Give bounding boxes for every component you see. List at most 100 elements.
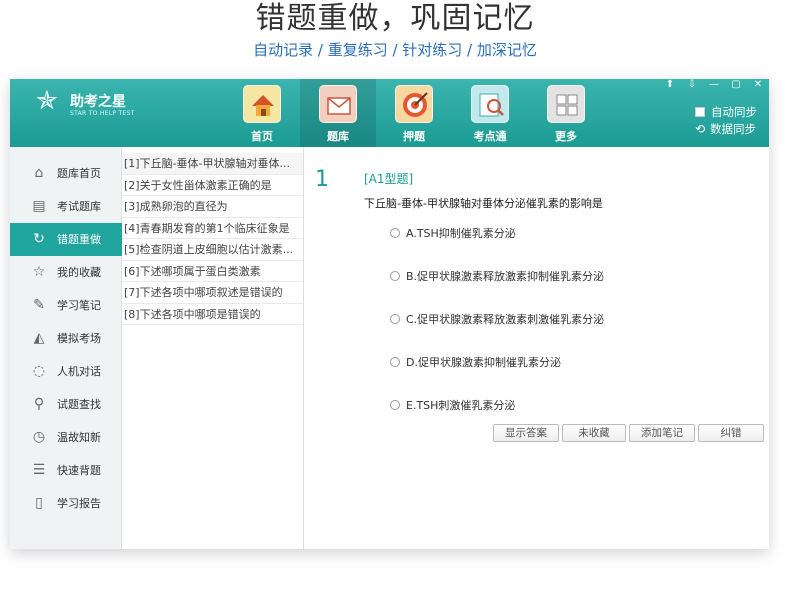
list-item[interactable]: [3]成熟卵泡的直径为 [122, 196, 303, 218]
magnifier-icon [471, 85, 509, 123]
nav-label: 押题 [403, 130, 425, 143]
sidebar-item-label: 快速背题 [57, 464, 101, 478]
auto-sync-toggle[interactable]: 自动同步 [695, 103, 765, 120]
list-item[interactable]: [7]下述各项中哪项叙述是错误的 [122, 282, 303, 304]
home-icon [243, 85, 281, 123]
pencil-icon: ✎ [33, 297, 45, 314]
auto-sync-label: 自动同步 [711, 104, 757, 119]
nav-question-bank[interactable]: 题库 [300, 79, 376, 147]
logo-name: 助考之星 [70, 94, 126, 110]
option-label: A.TSH抑制催乳素分泌 [406, 227, 516, 240]
close-icon[interactable]: ✕ [747, 79, 769, 93]
question-type: [A1型题] [364, 172, 414, 186]
option-label: E.TSH刺激催乳素分泌 [406, 399, 516, 412]
chat-icon: ◌ [32, 363, 46, 380]
download-icon[interactable]: ⇩ [681, 79, 703, 93]
top-bar: ✯ 助考之星 STAR TO HELP TEST 首页 题库 押题 考点通 更多… [10, 79, 769, 147]
document-icon: ▤ [32, 198, 46, 215]
app-logo: ✯ 助考之星 STAR TO HELP TEST [36, 87, 136, 123]
clock-icon: ◷ [32, 429, 46, 446]
option-d[interactable]: D.促甲状腺激素抑制催乳素分泌 [390, 354, 561, 370]
sidebar-item-label: 我的收藏 [57, 266, 101, 280]
sidebar-item-label: 错题重做 [57, 233, 101, 247]
nav-label: 更多 [555, 130, 577, 143]
sidebar-item-notes[interactable]: ✎ 学习笔记 [10, 289, 121, 322]
sidebar-item-mock-exam[interactable]: ◭ 模拟考场 [10, 322, 121, 355]
option-label: C.促甲状腺激素释放激素刺激催乳素分泌 [406, 313, 605, 326]
list-item[interactable]: [4]青春期发育的第1个临床征象是 [122, 218, 303, 239]
sidebar-item-label: 试题查找 [57, 398, 101, 412]
question-number: 1 [315, 167, 329, 192]
sidebar-item-exam-bank[interactable]: ▤ 考试题库 [10, 190, 121, 223]
graduation-cap-icon: ◭ [33, 330, 45, 347]
star-logo-icon: ✯ [36, 86, 58, 116]
maximize-icon[interactable]: ▢ [725, 79, 747, 93]
upload-icon[interactable]: ⬆ [659, 79, 681, 93]
favorite-button[interactable]: 未收藏 [562, 424, 626, 442]
envelope-icon [319, 85, 357, 123]
nav-label: 题库 [327, 130, 349, 143]
sidebar-item-quick-memorize[interactable]: ☰ 快速背题 [10, 454, 121, 487]
option-b[interactable]: B.促甲状腺激素释放激素抑制催乳素分泌 [390, 268, 604, 284]
window-controls: ⬆ ⇩ — ▢ ✕ [659, 79, 769, 93]
sidebar-item-redo-mistakes[interactable]: ↻ 错题重做 [10, 222, 134, 256]
sidebar: ⌂ 题库首页 ▤ 考试题库 ↻ 错题重做 ☆ 我的收藏 ✎ 学习笔记 ◭ 模拟考场 ◌ 人机对… [10, 147, 134, 549]
star-icon: ☆ [32, 264, 46, 281]
home-outline-icon: ⌂ [34, 165, 44, 182]
radio-button[interactable] [390, 314, 400, 324]
show-answer-button[interactable]: 显示答案 [493, 424, 559, 442]
main-nav: 首页 题库 押题 考点通 更多 [224, 79, 604, 147]
promo-title: 错题重做，巩固记忆 [255, 1, 535, 36]
nav-label: 首页 [251, 130, 273, 143]
list-icon: ☰ [32, 462, 46, 479]
sidebar-item-favorites[interactable]: ☆ 我的收藏 [10, 256, 121, 289]
radio-button[interactable] [390, 400, 400, 410]
option-e[interactable]: E.TSH刺激催乳素分泌 [390, 397, 515, 413]
sidebar-item-report[interactable]: ▯ 学习报告 [10, 487, 121, 520]
target-icon [395, 85, 433, 123]
nav-predict[interactable]: 押题 [376, 79, 452, 147]
auto-sync-checkbox[interactable] [695, 106, 705, 117]
list-item[interactable]: [1]下丘脑-垂体-甲状腺轴对垂体... [122, 153, 303, 175]
list-item[interactable]: [2]关于女性甾体激素正确的是 [122, 175, 303, 196]
option-label: B.促甲状腺激素释放激素抑制催乳素分泌 [406, 270, 605, 283]
promo-subtitle: 自动记录 / 重复练习 / 针对练习 / 加深记忆 [253, 41, 537, 59]
option-a[interactable]: A.TSH抑制催乳素分泌 [390, 225, 516, 241]
sidebar-item-label: 温故知新 [57, 431, 101, 445]
radio-button[interactable] [390, 357, 400, 367]
nav-more[interactable]: 更多 [528, 79, 604, 147]
sidebar-item-bank-home[interactable]: ⌂ 题库首页 [10, 157, 121, 190]
question-list: [1]下丘脑-垂体-甲状腺轴对垂体... [2]关于女性甾体激素正确的是 [3]… [122, 147, 304, 549]
grid-icon [547, 85, 585, 123]
logo-tagline: STAR TO HELP TEST [70, 110, 135, 117]
sidebar-item-dialogue[interactable]: ◌ 人机对话 [10, 355, 121, 388]
question-panel: 1 [A1型题] 下丘脑-垂体-甲状腺轴对垂体分泌催乳素的影响是 A.TSH抑制… [305, 147, 769, 549]
sidebar-item-review[interactable]: ◷ 温故知新 [10, 421, 121, 454]
nav-key-points[interactable]: 考点通 [452, 79, 528, 147]
sidebar-item-label: 模拟考场 [57, 332, 101, 346]
option-c[interactable]: C.促甲状腺激素释放激素刺激催乳素分泌 [390, 311, 604, 327]
sync-icon: ⟲ [695, 121, 706, 136]
action-bar: 显示答案 未收藏 添加笔记 纠错 [493, 424, 767, 442]
nav-label: 考点通 [473, 130, 507, 143]
option-label: D.促甲状腺激素抑制催乳素分泌 [406, 356, 561, 369]
data-sync-label: 数据同步 [710, 121, 757, 136]
sidebar-item-search[interactable]: ⚲ 试题查找 [10, 388, 121, 421]
report-error-button[interactable]: 纠错 [698, 424, 764, 442]
add-note-button[interactable]: 添加笔记 [629, 424, 695, 442]
list-item[interactable]: [5]检查阴道上皮细胞以估计激素... [122, 239, 303, 261]
app-window: ✯ 助考之星 STAR TO HELP TEST 首页 题库 押题 考点通 更多… [10, 79, 769, 549]
radio-button[interactable] [390, 271, 400, 281]
radio-button[interactable] [390, 228, 400, 238]
minimize-icon[interactable]: — [703, 79, 725, 93]
refresh-icon: ↻ [33, 231, 45, 248]
sidebar-item-label: 学习报告 [57, 497, 101, 511]
question-stem: 下丘脑-垂体-甲状腺轴对垂体分泌催乳素的影响是 [364, 197, 603, 210]
list-item[interactable]: [8]下述各项中哪项是错误的 [122, 304, 303, 325]
nav-home[interactable]: 首页 [224, 79, 300, 147]
sidebar-item-label: 人机对话 [57, 365, 101, 379]
sidebar-item-label: 题库首页 [57, 167, 101, 181]
data-sync-button[interactable]: ⟲ 数据同步 [695, 120, 765, 137]
sidebar-item-label: 考试题库 [57, 200, 101, 214]
list-item[interactable]: [6]下述哪项属于蛋白类激素 [122, 261, 303, 282]
